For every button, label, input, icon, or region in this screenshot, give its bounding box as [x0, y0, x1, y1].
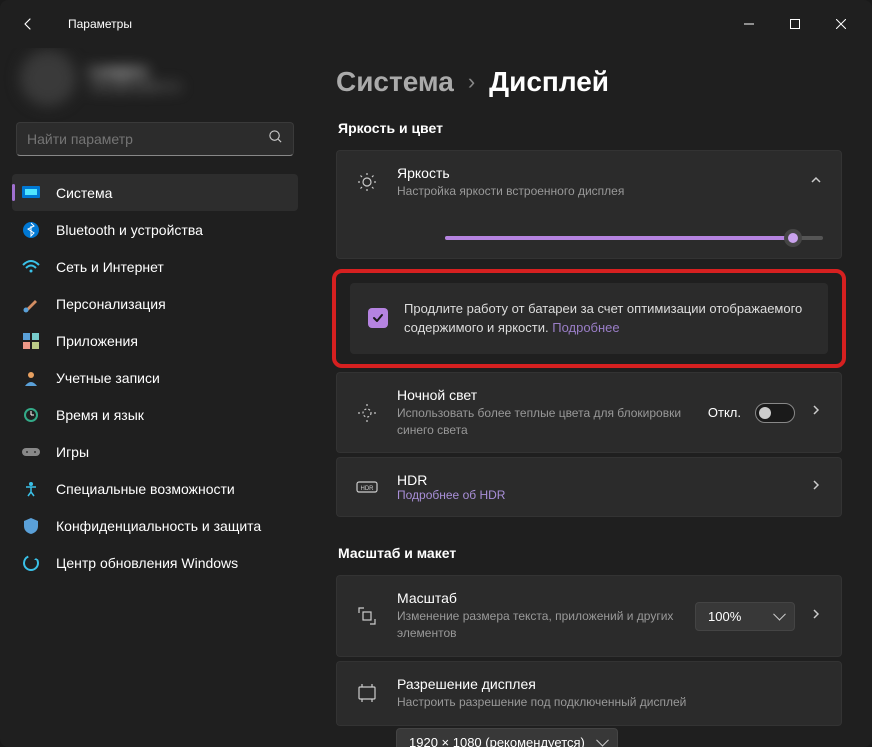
sidebar-item-accessibility[interactable]: Специальные возможности — [12, 470, 298, 507]
accounts-icon — [22, 369, 40, 387]
card-title: Разрешение дисплея — [397, 676, 823, 692]
card-desc: Изменение размера текста, приложений и д… — [397, 608, 677, 642]
apps-icon — [22, 332, 40, 350]
svg-text:HDR: HDR — [361, 486, 375, 492]
chevron-right-icon: › — [468, 69, 475, 95]
sidebar-item-update[interactable]: Центр обновления Windows — [12, 544, 298, 581]
card-title: Яркость — [397, 165, 791, 181]
search-field[interactable] — [27, 131, 268, 147]
profile-block[interactable]: Lumpicsuser@lumpics.ru — [12, 48, 298, 118]
battery-opt-checkbox[interactable] — [368, 308, 388, 328]
card-title: Ночной свет — [397, 387, 690, 403]
system-icon — [22, 184, 40, 202]
search-icon — [268, 129, 283, 149]
learn-more-link[interactable]: Подробнее — [552, 320, 619, 335]
breadcrumb-parent[interactable]: Система — [336, 66, 454, 98]
battery-opt-text: Продлите работу от батареи за счет оптим… — [404, 299, 810, 338]
nav-label: Игры — [56, 444, 89, 460]
sun-icon — [355, 172, 379, 192]
hdr-icon: HDR — [355, 479, 379, 495]
brightness-card[interactable]: Яркость Настройка яркости встроенного ди… — [336, 150, 842, 259]
nav-label: Система — [56, 185, 112, 201]
sidebar-item-gaming[interactable]: Игры — [12, 433, 298, 470]
toggle-state: Откл. — [708, 405, 741, 420]
sidebar: Lumpicsuser@lumpics.ru Система Bluetooth… — [0, 48, 310, 747]
slider-thumb[interactable] — [784, 229, 802, 247]
nav-label: Конфиденциальность и защита — [56, 518, 261, 534]
avatar — [20, 50, 76, 106]
night-light-toggle[interactable] — [755, 403, 795, 423]
sidebar-item-accounts[interactable]: Учетные записи — [12, 359, 298, 396]
resolution-card[interactable]: Разрешение дисплея Настроить разрешение … — [336, 661, 842, 726]
section-title-brightness: Яркость и цвет — [338, 120, 842, 136]
main-content: Система › Дисплей Яркость и цвет Яркость… — [310, 48, 872, 747]
card-title: Масштаб — [397, 590, 677, 606]
chevron-up-icon[interactable] — [809, 173, 823, 192]
card-desc: Настройка яркости встроенного дисплея — [397, 183, 791, 200]
nav-label: Персонализация — [56, 296, 166, 312]
sidebar-item-network[interactable]: Сеть и Интернет — [12, 248, 298, 285]
scale-icon — [355, 606, 379, 626]
settings-window: Параметры Lumpicsuser@lumpics.ru Система… — [0, 0, 872, 747]
sidebar-item-time[interactable]: Время и язык — [12, 396, 298, 433]
bluetooth-icon — [22, 221, 40, 239]
nav-label: Сеть и Интернет — [56, 259, 164, 275]
highlight-annotation: Продлите работу от батареи за счет оптим… — [332, 269, 846, 368]
hdr-link[interactable]: Подробнее об HDR — [397, 488, 791, 502]
chevron-right-icon[interactable] — [809, 403, 823, 422]
nav-label: Учетные записи — [56, 370, 160, 386]
nav-list: Система Bluetooth и устройства Сеть и Ин… — [12, 174, 298, 581]
update-icon — [22, 554, 40, 572]
card-desc: Настроить разрешение под подключенный ди… — [397, 694, 823, 711]
section-title-scale: Масштаб и макет — [338, 545, 842, 561]
brightness-slider[interactable] — [445, 236, 823, 240]
night-light-icon — [355, 403, 379, 423]
night-light-card[interactable]: Ночной свет Использовать более теплые цв… — [336, 372, 842, 454]
brush-icon — [22, 295, 40, 313]
sidebar-item-bluetooth[interactable]: Bluetooth и устройства — [12, 211, 298, 248]
back-button[interactable] — [8, 4, 48, 44]
sidebar-item-system[interactable]: Система — [12, 174, 298, 211]
card-desc: Использовать более теплые цвета для блок… — [397, 405, 690, 439]
battery-optimization-card[interactable]: Продлите работу от батареи за счет оптим… — [350, 283, 828, 354]
window-title: Параметры — [68, 17, 132, 31]
scale-card[interactable]: Масштаб Изменение размера текста, прилож… — [336, 575, 842, 657]
sidebar-item-personalization[interactable]: Персонализация — [12, 285, 298, 322]
chevron-right-icon[interactable] — [809, 478, 823, 497]
chevron-right-icon[interactable] — [809, 607, 823, 626]
minimize-button[interactable] — [726, 8, 772, 40]
accessibility-icon — [22, 480, 40, 498]
window-controls — [726, 8, 864, 40]
nav-label: Bluetooth и устройства — [56, 222, 203, 238]
resolution-dropdown[interactable]: 1920 × 1080 (рекомендуется) — [396, 728, 618, 747]
nav-label: Время и язык — [56, 407, 144, 423]
hdr-card[interactable]: HDR HDR Подробнее об HDR — [336, 457, 842, 517]
nav-label: Центр обновления Windows — [56, 555, 238, 571]
wifi-icon — [22, 258, 40, 276]
card-title: HDR — [397, 472, 791, 488]
sidebar-item-privacy[interactable]: Конфиденциальность и защита — [12, 507, 298, 544]
nav-label: Приложения — [56, 333, 138, 349]
gamepad-icon — [22, 443, 40, 461]
scale-dropdown[interactable]: 100% — [695, 602, 795, 631]
search-input[interactable] — [16, 122, 294, 156]
breadcrumb: Система › Дисплей — [336, 66, 842, 98]
titlebar: Параметры — [0, 0, 872, 48]
maximize-button[interactable] — [772, 8, 818, 40]
nav-label: Специальные возможности — [56, 481, 235, 497]
resolution-icon — [355, 683, 379, 703]
close-button[interactable] — [818, 8, 864, 40]
breadcrumb-current: Дисплей — [489, 66, 609, 98]
shield-icon — [22, 517, 40, 535]
clock-icon — [22, 406, 40, 424]
sidebar-item-apps[interactable]: Приложения — [12, 322, 298, 359]
